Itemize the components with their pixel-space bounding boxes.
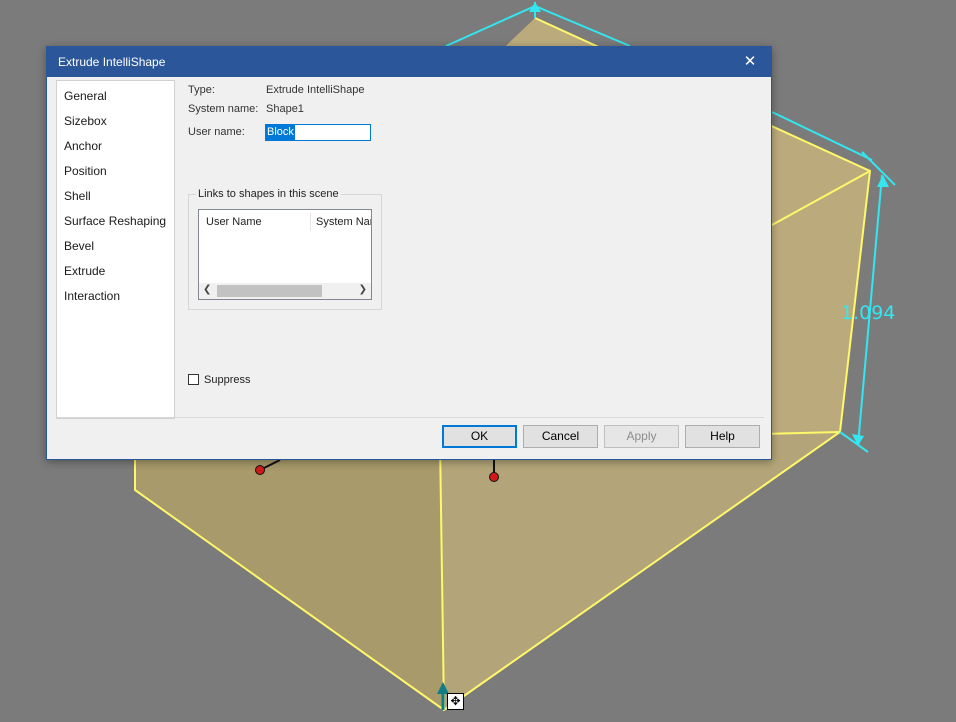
move-cursor-icon: ✥ bbox=[447, 693, 464, 710]
nav-item-general[interactable]: General bbox=[64, 89, 107, 103]
nav-item-shell[interactable]: Shell bbox=[64, 189, 91, 203]
links-list[interactable]: User Name System Nar ❮ ❯ bbox=[198, 209, 372, 300]
dialog-titlebar[interactable]: Extrude IntelliShape ✕ bbox=[47, 47, 771, 77]
nav-item-sizebox[interactable]: Sizebox bbox=[64, 114, 107, 128]
suppress-label[interactable]: Suppress bbox=[204, 374, 250, 386]
scroll-left-icon[interactable]: ❮ bbox=[203, 284, 211, 295]
type-value: Extrude IntelliShape bbox=[266, 84, 365, 96]
apply-button[interactable]: Apply bbox=[604, 425, 679, 448]
suppress-checkbox[interactable] bbox=[188, 374, 199, 385]
close-icon[interactable]: ✕ bbox=[729, 47, 771, 77]
nav-item-position[interactable]: Position bbox=[64, 164, 107, 178]
ok-button[interactable]: OK bbox=[442, 425, 517, 448]
system-name-value: Shape1 bbox=[266, 103, 304, 115]
cancel-button[interactable]: Cancel bbox=[523, 425, 598, 448]
extrude-intellishape-dialog: Extrude IntelliShape ✕ General Sizebox A… bbox=[46, 46, 772, 460]
column-header-user-name[interactable]: User Name bbox=[206, 210, 306, 234]
horizontal-scrollbar[interactable]: ❮ ❯ bbox=[199, 283, 371, 299]
scrollbar-thumb[interactable] bbox=[217, 285, 322, 297]
user-name-label: User name: bbox=[188, 126, 245, 138]
dialog-title: Extrude IntelliShape bbox=[58, 55, 166, 69]
column-header-system-name[interactable]: System Nar bbox=[316, 210, 371, 234]
nav-item-surface-reshaping[interactable]: Surface Reshaping bbox=[64, 214, 166, 228]
nav-item-bevel[interactable]: Bevel bbox=[64, 239, 94, 253]
type-label: Type: bbox=[188, 84, 215, 96]
button-separator bbox=[56, 417, 764, 418]
dimension-value-label[interactable]: 1.094 bbox=[841, 302, 895, 324]
links-group-label: Links to shapes in this scene bbox=[196, 188, 341, 200]
system-name-label: System name: bbox=[188, 103, 259, 115]
column-divider[interactable] bbox=[310, 213, 311, 231]
nav-item-interaction[interactable]: Interaction bbox=[64, 289, 120, 303]
scroll-right-icon[interactable]: ❯ bbox=[359, 284, 367, 295]
help-button[interactable]: Help bbox=[685, 425, 760, 448]
user-name-input[interactable] bbox=[265, 124, 371, 141]
property-page-list: General Sizebox Anchor Position Shell Su… bbox=[56, 80, 175, 419]
nav-item-anchor[interactable]: Anchor bbox=[64, 139, 102, 153]
nav-item-extrude[interactable]: Extrude bbox=[64, 264, 105, 278]
